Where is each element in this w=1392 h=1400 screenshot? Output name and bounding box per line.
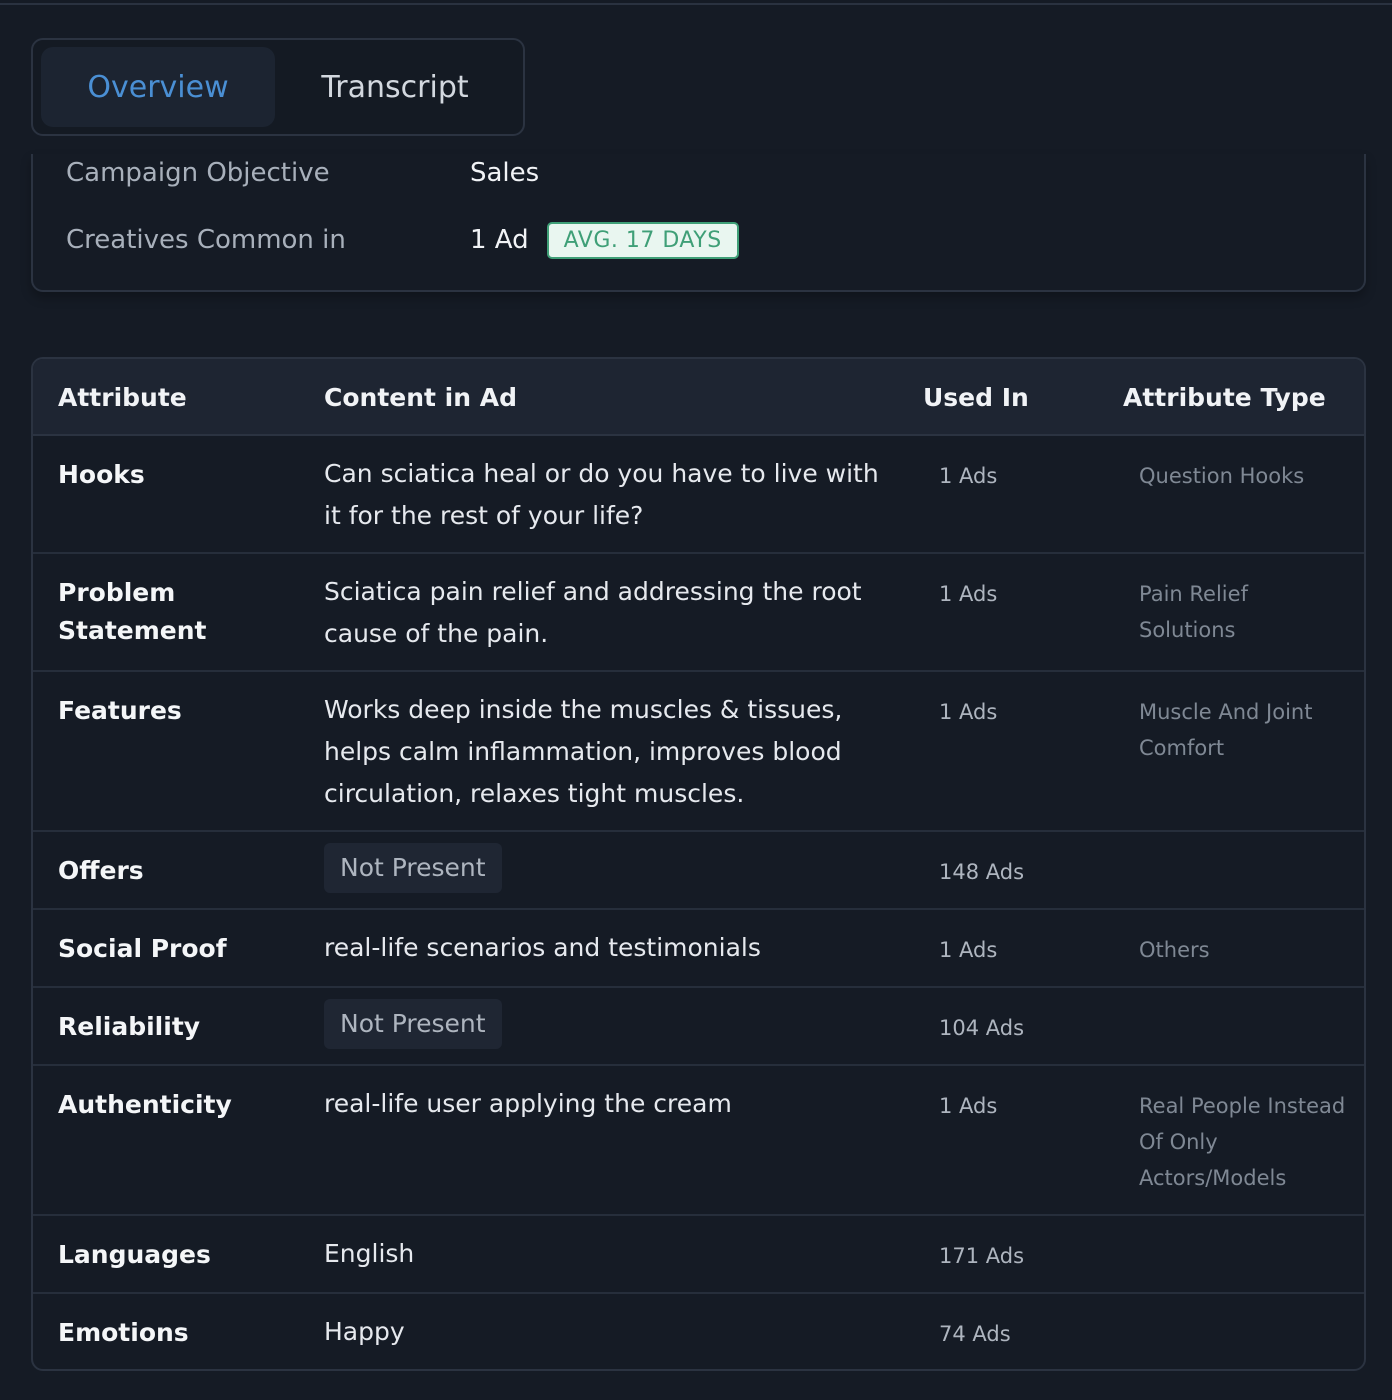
- not-present-chip: Not Present: [324, 843, 502, 893]
- cell-content: Works deep inside the muscles & tissues,…: [324, 695, 843, 808]
- top-divider: [0, 0, 1392, 5]
- cell-used-in: 1 Ads: [939, 1094, 998, 1118]
- cell-content: Not Present: [324, 999, 884, 1049]
- cell-used-in: 104 Ads: [939, 1016, 1025, 1040]
- header-attribute: Attribute: [58, 383, 187, 412]
- table-row: Languages English 171 Ads: [33, 1216, 1364, 1294]
- view-tabs: Overview Transcript: [31, 38, 525, 136]
- cell-attribute: Languages: [58, 1240, 211, 1269]
- cell-attribute-type: Muscle And Joint Comfort: [1139, 700, 1313, 760]
- cell-attribute: Social Proof: [58, 934, 227, 963]
- cell-used-in: 1 Ads: [939, 700, 998, 724]
- common-label: Creatives Common in: [66, 225, 346, 255]
- cell-attribute-type: Question Hooks: [1139, 464, 1305, 488]
- header-attribute-type: Attribute Type: [1123, 383, 1326, 412]
- table-row: Hooks Can sciatica heal or do you have to…: [33, 436, 1364, 554]
- cell-attribute: Authenticity: [58, 1090, 232, 1119]
- table-row: Social Proof real-life scenarios and test…: [33, 910, 1364, 988]
- cell-attribute-type: Others: [1139, 938, 1210, 962]
- header-content: Content in Ad: [324, 383, 517, 412]
- cell-attribute: Features: [58, 696, 182, 725]
- cell-used-in: 1 Ads: [939, 464, 998, 488]
- table-row: Features Works deep inside the muscles & …: [33, 672, 1364, 832]
- cell-content: Not Present: [324, 843, 884, 893]
- objective-label: Campaign Objective: [66, 158, 330, 188]
- cell-content: Sciatica pain relief and addressing the …: [324, 577, 862, 648]
- cell-content: Can sciatica heal or do you have to live…: [324, 459, 879, 530]
- table-row: Authenticity real-life user applying the …: [33, 1066, 1364, 1216]
- objective-value: Sales: [470, 158, 540, 188]
- avg-days-badge: AVG. 17 DAYS: [546, 221, 739, 259]
- cell-used-in: 171 Ads: [939, 1244, 1025, 1268]
- table-row: Offers Not Present 148 Ads: [33, 832, 1364, 910]
- cell-used-in: 148 Ads: [939, 860, 1025, 884]
- objective-row: Campaign Objective Sales: [66, 154, 539, 192]
- header-used-in: Used In: [923, 383, 1029, 412]
- cell-used-in: 1 Ads: [939, 938, 998, 962]
- cell-content: real-life user applying the cream: [324, 1089, 732, 1118]
- attributes-table: Attribute Content in Ad Used In Attribut…: [31, 357, 1366, 1371]
- cell-attribute: Emotions: [58, 1318, 189, 1347]
- cell-attribute: Problem Statement: [58, 578, 207, 645]
- cell-attribute: Hooks: [58, 460, 145, 489]
- tab-transcript[interactable]: Transcript: [275, 47, 515, 127]
- cell-attribute-type: Real People Instead Of Only Actors/Model…: [1139, 1094, 1346, 1190]
- table-row: Reliability Not Present 104 Ads: [33, 988, 1364, 1066]
- common-row: Creatives Common in 1 Ad AVG. 17 DAYS: [66, 220, 739, 260]
- cell-content: real-life scenarios and testimonials: [324, 933, 761, 962]
- not-present-chip: Not Present: [324, 999, 502, 1049]
- common-value: 1 Ad: [470, 225, 529, 255]
- cell-used-in: 74 Ads: [939, 1322, 1011, 1346]
- tab-overview[interactable]: Overview: [41, 47, 275, 127]
- table-row: Emotions Happy 74 Ads: [33, 1294, 1364, 1369]
- cell-used-in: 1 Ads: [939, 582, 998, 606]
- cell-content: English: [324, 1239, 415, 1268]
- cell-content: Happy: [324, 1317, 405, 1346]
- cell-attribute: Reliability: [58, 1012, 201, 1041]
- table-header: Attribute Content in Ad Used In Attribut…: [33, 359, 1364, 436]
- table-row: Problem Statement Sciatica pain relief an…: [33, 554, 1364, 672]
- summary-card: Campaign Objective Sales Creatives Commo…: [31, 154, 1366, 292]
- cell-attribute: Offers: [58, 856, 144, 885]
- cell-attribute-type: Pain Relief Solutions: [1139, 582, 1248, 642]
